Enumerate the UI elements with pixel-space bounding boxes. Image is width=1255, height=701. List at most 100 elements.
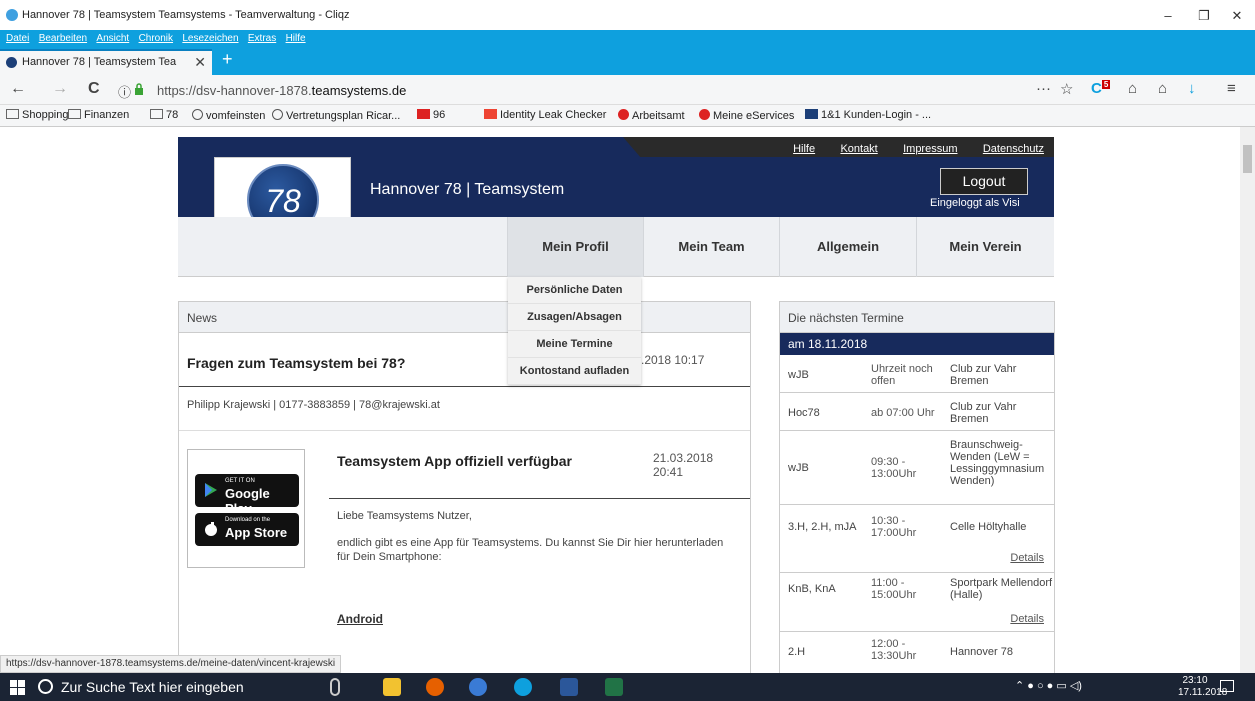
menu-ansicht[interactable]: Ansicht [96, 31, 129, 47]
bookmark-label: Shopping [22, 109, 69, 121]
appointment-team: wJB [788, 369, 809, 381]
minimize-button[interactable]: – [1153, 5, 1183, 27]
details-link[interactable]: Details [1010, 613, 1044, 625]
cliqz-extension-icon[interactable]: C5 [1091, 80, 1111, 97]
appointment-time: Uhrzeit noch offen [871, 363, 933, 387]
bookmark-link[interactable]: Vertretungsplan Ricar... [272, 109, 400, 122]
taskbar-search[interactable]: Zur Suche Text hier eingeben [61, 679, 244, 695]
dropdown-meine-termine[interactable]: Meine Termine [508, 331, 641, 358]
divider [179, 430, 750, 431]
url-bar[interactable]: https://dsv-hannover-1878.teamsystems.de [157, 83, 406, 98]
page-scrollbar[interactable] [1240, 127, 1255, 673]
bookmark-star-icon[interactable]: ☆ [1060, 80, 1073, 98]
word-icon[interactable] [560, 678, 578, 696]
menu-chronik[interactable]: Chronik [139, 31, 173, 47]
new-tab-button[interactable]: + [222, 50, 233, 68]
dropdown-kontostand[interactable]: Kontostand aufladen [508, 358, 641, 385]
menu-datei[interactable]: Datei [6, 31, 29, 47]
news-title[interactable]: Fragen zum Teamsystem bei 78? [187, 355, 405, 371]
scroll-thumb[interactable] [1243, 145, 1252, 173]
bookmark-link[interactable]: Meine eServices [699, 109, 794, 122]
main-navigation: Mein Profil Mein Team Allgemein Mein Ver… [178, 217, 1054, 277]
page-viewport: Hilfe Kontakt Impressum Datenschutz 78 H… [0, 127, 1240, 673]
site-info-icon[interactable]: ⓘ [118, 82, 131, 101]
appointment-row[interactable]: wJB 09:30 - 13:00Uhr Braunschweig-Wenden… [780, 431, 1054, 505]
maximize-button[interactable]: ❐ [1189, 5, 1219, 27]
app-store-button[interactable]: Download on the App Store [195, 513, 299, 546]
microphone-icon[interactable] [330, 678, 340, 696]
page-actions-button[interactable]: ··· [1036, 80, 1051, 97]
nav-mein-profil[interactable]: Mein Profil [507, 217, 643, 277]
excel-icon[interactable] [605, 678, 623, 696]
link-kontakt[interactable]: Kontakt [840, 143, 877, 155]
notification-icon[interactable] [1220, 680, 1234, 692]
google-play-button[interactable]: GET IT ON Google Play [195, 474, 299, 516]
hamburger-menu-icon[interactable]: ≡ [1227, 80, 1236, 97]
tab-label: Hannover 78 | Teamsystem Tea [22, 56, 177, 68]
details-link[interactable]: Details [1010, 552, 1044, 564]
link-hilfe[interactable]: Hilfe [793, 143, 815, 155]
appointment-row[interactable]: 3.H, 2.H, mJA 10:30 - 17:00Uhr Celle Höl… [780, 505, 1054, 573]
dropdown-zusagen-absagen[interactable]: Zusagen/Absagen [508, 304, 641, 331]
site-icon [484, 109, 497, 119]
news-title[interactable]: Teamsystem App offiziell verfügbar [337, 453, 572, 469]
cliqz-taskbar-icon[interactable] [514, 678, 532, 696]
taskbar-clock[interactable]: 23:10 17.11.2018 [1178, 675, 1227, 699]
nav-allgemein[interactable]: Allgemein [779, 217, 916, 277]
bookmark-link[interactable]: vomfeinsten [192, 109, 265, 122]
bookmark-link[interactable]: Arbeitsamt [618, 109, 685, 122]
menu-extras[interactable]: Extras [248, 31, 276, 47]
tab-close-button[interactable]: ✕ [194, 54, 206, 71]
bookmark-folder[interactable]: Finanzen [68, 109, 129, 121]
bookmark-link[interactable]: 1&1 Kunden-Login - ... [805, 109, 931, 121]
android-link[interactable]: Android [337, 612, 383, 626]
back-button[interactable]: ← [10, 80, 26, 98]
forward-button[interactable]: → [52, 80, 68, 98]
link-impressum[interactable]: Impressum [903, 143, 957, 155]
download-icon[interactable]: ↓ [1188, 80, 1196, 97]
dropdown-persoenliche-daten[interactable]: Persönliche Daten [508, 277, 641, 304]
appointment-place: Celle Höltyhalle [950, 521, 1027, 533]
menu-bearbeiten[interactable]: Bearbeiten [39, 31, 87, 47]
file-explorer-icon[interactable] [383, 678, 401, 696]
appointment-row[interactable]: KnB, KnA 11:00 - 15:00Uhr Sportpark Mell… [780, 573, 1054, 632]
bookmark-folder[interactable]: Shopping [6, 109, 69, 121]
close-window-button[interactable]: ✕ [1222, 5, 1252, 27]
system-tray[interactable]: ⌃ ● ○ ● ▭ ◁) [1015, 679, 1082, 692]
browser-tab[interactable]: Hannover 78 | Teamsystem Tea ✕ [0, 49, 212, 75]
home-icon[interactable]: ⌂ [1158, 80, 1167, 97]
divider [329, 498, 750, 499]
cortana-icon[interactable] [38, 679, 53, 694]
appointment-team: 2.H [788, 646, 806, 658]
appointment-row[interactable]: wJB Uhrzeit noch offen Club zur Vahr Bre… [780, 355, 1054, 393]
appointments-panel: Die nächsten Termine am 18.11.2018 wJB U… [779, 301, 1055, 673]
news-date: 21.03.2018 20:41 [653, 451, 714, 479]
bookmark-link[interactable]: Identity Leak Checker [484, 109, 606, 121]
logout-button[interactable]: Logout [940, 168, 1028, 195]
site-icon [699, 109, 710, 120]
appointment-team: KnB, KnA [788, 583, 836, 595]
favicon-icon [6, 57, 17, 68]
menu-lesezeichen[interactable]: Lesezeichen [182, 31, 238, 47]
reload-button[interactable]: C [88, 80, 100, 98]
bookmark-link[interactable]: 96 [417, 109, 445, 121]
site-icon [417, 109, 430, 119]
appointment-row[interactable]: Hoc78 ab 07:00 Uhr Club zur Vahr Bremen [780, 393, 1054, 431]
site-title: Hannover 78 | Teamsystem [370, 181, 565, 198]
link-datenschutz[interactable]: Datenschutz [983, 143, 1044, 155]
menu-hilfe[interactable]: Hilfe [286, 31, 306, 47]
appointments-header: Die nächsten Termine [780, 302, 1054, 333]
library-icon[interactable]: ⌂ [1128, 80, 1137, 97]
bookmark-folder[interactable]: 78 [150, 109, 178, 121]
firefox-icon[interactable] [426, 678, 444, 696]
appointment-row[interactable]: 2.H 12:00 - 13:30Uhr Hannover 78 [780, 632, 1054, 673]
app-icon[interactable] [469, 678, 487, 696]
nav-mein-verein[interactable]: Mein Verein [916, 217, 1054, 277]
apple-icon [205, 522, 217, 536]
tab-bar: Hannover 78 | Teamsystem Tea ✕ [0, 46, 1255, 75]
status-url: https://dsv-hannover-1878.teamsystems.de… [0, 655, 342, 673]
windows-start-icon[interactable] [10, 680, 25, 695]
appointment-place: Sportpark Mellendorf (Halle) [950, 577, 1053, 601]
bookmark-label: Arbeitsamt [632, 110, 685, 122]
nav-mein-team[interactable]: Mein Team [643, 217, 779, 277]
